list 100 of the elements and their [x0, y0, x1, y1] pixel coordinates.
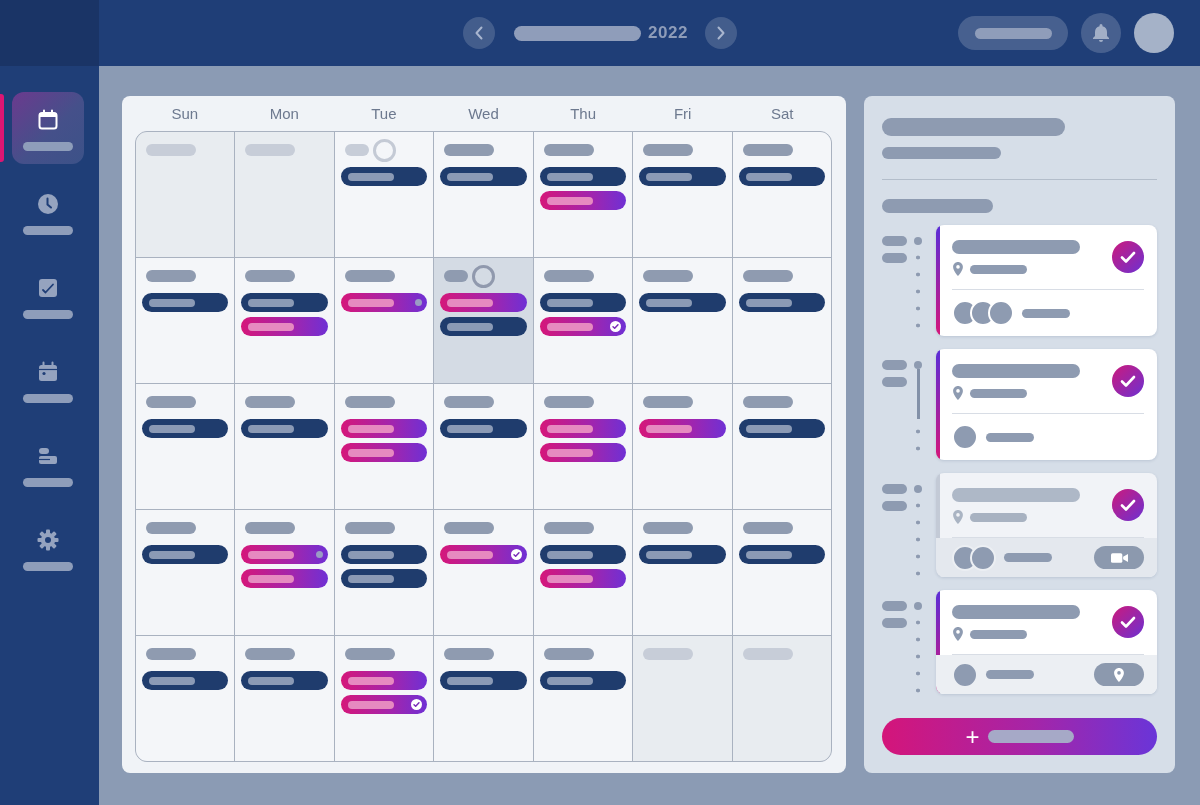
day-cell[interactable] — [136, 132, 235, 257]
day-cell[interactable] — [136, 384, 235, 509]
event-chip[interactable] — [142, 293, 229, 312]
event-chip[interactable] — [241, 569, 328, 588]
date-placeholder — [245, 522, 296, 534]
day-cell[interactable] — [732, 384, 831, 509]
event-chip[interactable] — [539, 545, 627, 564]
day-cell[interactable] — [136, 258, 235, 383]
event-chip[interactable] — [340, 293, 428, 312]
event-chip[interactable] — [440, 671, 527, 690]
day-cell[interactable] — [434, 636, 533, 761]
text-placeholder — [970, 388, 1027, 398]
chevron-right-icon — [716, 26, 725, 40]
day-cell[interactable] — [633, 258, 732, 383]
map-button[interactable] — [1094, 663, 1144, 686]
check-icon[interactable] — [1112, 365, 1144, 397]
day-cell[interactable] — [434, 384, 533, 509]
day-cell[interactable] — [235, 384, 334, 509]
day-cell[interactable] — [334, 258, 434, 383]
check-icon[interactable] — [1112, 606, 1144, 638]
day-cell[interactable] — [732, 636, 831, 761]
user-avatar[interactable] — [1134, 13, 1174, 53]
event-chip[interactable] — [440, 293, 527, 312]
event-chip[interactable] — [440, 167, 527, 186]
event-chip[interactable] — [340, 695, 428, 714]
event-chip[interactable] — [738, 545, 825, 564]
day-cell[interactable] — [633, 636, 732, 761]
next-button[interactable] — [704, 17, 737, 49]
event-card[interactable] — [936, 590, 1157, 694]
day-cell[interactable] — [533, 510, 633, 635]
event-chip[interactable] — [142, 671, 229, 690]
event-chip[interactable] — [738, 419, 825, 438]
event-chip[interactable] — [539, 671, 627, 690]
event-chip[interactable] — [340, 671, 428, 690]
event-card[interactable] — [936, 225, 1157, 336]
event-chip[interactable] — [340, 545, 428, 564]
event-chip[interactable] — [440, 545, 527, 564]
event-chip[interactable] — [539, 167, 627, 186]
event-chip[interactable] — [539, 317, 627, 336]
event-chip[interactable] — [738, 167, 825, 186]
event-chip[interactable] — [639, 293, 726, 312]
day-cell[interactable] — [334, 510, 434, 635]
day-cell[interactable] — [334, 132, 434, 257]
day-cell[interactable] — [136, 636, 235, 761]
add-event-button[interactable]: + — [882, 718, 1157, 755]
day-cell[interactable] — [633, 510, 732, 635]
day-cell[interactable] — [533, 384, 633, 509]
day-cell[interactable] — [334, 384, 434, 509]
event-chip[interactable] — [142, 419, 229, 438]
day-cell[interactable] — [434, 132, 533, 257]
day-cell[interactable] — [633, 384, 732, 509]
event-chip[interactable] — [738, 293, 825, 312]
day-cell[interactable] — [633, 132, 732, 257]
day-cell[interactable] — [235, 132, 334, 257]
event-chip[interactable] — [639, 167, 726, 186]
event-chip[interactable] — [241, 671, 328, 690]
check-icon[interactable] — [1112, 489, 1144, 521]
event-chip[interactable] — [539, 191, 627, 210]
event-chip[interactable] — [539, 569, 627, 588]
previous-button[interactable] — [463, 17, 496, 49]
event-chip[interactable] — [340, 569, 428, 588]
event-chip[interactable] — [639, 419, 726, 438]
event-chip[interactable] — [241, 293, 328, 312]
day-cell[interactable] — [434, 258, 533, 383]
check-icon[interactable] — [1112, 241, 1144, 273]
event-chip[interactable] — [539, 419, 627, 438]
event-chip[interactable] — [639, 545, 726, 564]
event-chip[interactable] — [440, 419, 527, 438]
pin-icon — [953, 262, 963, 276]
day-cell[interactable] — [732, 510, 831, 635]
day-cell[interactable] — [732, 132, 831, 257]
event-card[interactable] — [936, 473, 1157, 577]
event-chip[interactable] — [340, 419, 428, 438]
event-chip[interactable] — [340, 167, 428, 186]
event-chip[interactable] — [340, 443, 428, 462]
day-cell[interactable] — [235, 510, 334, 635]
date-placeholder — [444, 522, 495, 534]
event-chip[interactable] — [440, 317, 527, 336]
event-chip[interactable] — [142, 545, 229, 564]
day-cell[interactable] — [136, 510, 235, 635]
weekday-label: Sun — [171, 105, 199, 122]
day-cell[interactable] — [235, 258, 334, 383]
date-placeholder — [146, 522, 196, 534]
day-cell[interactable] — [334, 636, 434, 761]
nav-item[interactable] — [12, 92, 84, 164]
event-chip[interactable] — [241, 545, 328, 564]
day-cell[interactable] — [434, 510, 533, 635]
day-cell[interactable] — [732, 258, 831, 383]
event-chip[interactable] — [241, 419, 328, 438]
header-button[interactable] — [958, 16, 1068, 50]
event-card[interactable] — [936, 349, 1157, 460]
event-chip[interactable] — [539, 443, 627, 462]
event-chip[interactable] — [539, 293, 627, 312]
event-chip[interactable] — [241, 317, 328, 336]
day-cell[interactable] — [533, 636, 633, 761]
video-call-button[interactable] — [1094, 546, 1144, 569]
day-cell[interactable] — [235, 636, 334, 761]
day-cell[interactable] — [533, 132, 633, 257]
day-cell[interactable] — [533, 258, 633, 383]
notifications-button[interactable] — [1081, 13, 1121, 53]
